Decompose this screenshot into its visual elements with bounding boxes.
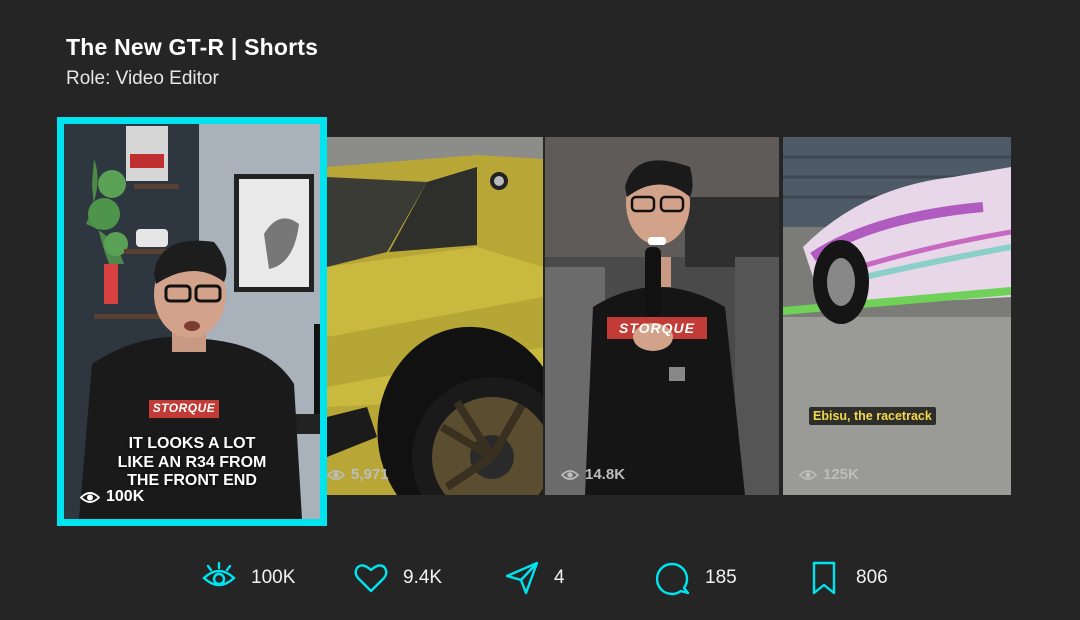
page-title: The New GT-R | Shorts <box>66 34 319 60</box>
stat-views[interactable]: 100K <box>201 556 295 600</box>
yellow-car-image <box>327 137 543 495</box>
stat-views-value: 100K <box>251 567 296 588</box>
stat-shares-value: 4 <box>554 567 565 588</box>
caption-line-1: IT LOOKS A LOT <box>128 435 256 452</box>
views-count-3: 125K <box>799 466 859 483</box>
eye-icon <box>561 469 579 480</box>
eye-icon <box>202 561 236 587</box>
video-strip: 5,971 STORQUE 14.8K Ebisu, the racetrack… <box>327 137 1011 495</box>
views-count-1: 5,971 <box>327 466 389 483</box>
video-thumbnail-2[interactable]: STORQUE 14.8K <box>545 137 779 495</box>
stat-comments[interactable]: 185 <box>655 556 737 600</box>
send-icon <box>505 561 539 595</box>
video-thumbnail-3[interactable]: Ebisu, the racetrack 125K <box>783 137 1011 495</box>
stat-likes[interactable]: 9.4K <box>353 556 442 600</box>
stat-saves[interactable]: 806 <box>806 556 888 600</box>
views-text: 100K <box>106 488 145 505</box>
stat-comments-value: 185 <box>705 567 737 588</box>
video-thumbnail-1[interactable]: 5,971 <box>327 137 543 495</box>
eye-icon <box>799 469 817 480</box>
stat-saves-value: 806 <box>856 567 888 588</box>
caption-line-2: LIKE AN R34 FROM <box>117 453 267 471</box>
stat-shares[interactable]: 4 <box>504 556 565 600</box>
video-caption-chip: Ebisu, the racetrack <box>809 407 936 425</box>
views-text: 14.8K <box>585 466 626 483</box>
drift-car-image <box>783 137 1011 495</box>
role-subtitle: Role: Video Editor <box>66 68 219 89</box>
shirt-logo-text: STORQUE <box>619 320 695 336</box>
video-caption: IT LOOKS A LOT LIKE AN R34 FROM THE FRON… <box>64 435 320 491</box>
views-text: 125K <box>823 466 859 483</box>
presenter-image <box>545 137 779 495</box>
featured-views-count: 100K <box>80 488 144 506</box>
comment-icon <box>655 562 690 596</box>
views-count-2: 14.8K <box>561 466 625 483</box>
bookmark-icon <box>812 561 836 595</box>
stat-likes-value: 9.4K <box>403 567 443 588</box>
eye-icon <box>80 491 100 503</box>
featured-video-thumbnail[interactable]: STORQUE IT LOOKS A LOT LIKE AN R34 FROM … <box>57 117 327 526</box>
eye-icon <box>327 469 345 480</box>
shirt-logo-text: STORQUE <box>152 401 216 415</box>
views-text: 5,971 <box>351 466 389 483</box>
stats-bar: 100K 9.4K 4 185 806 <box>0 556 1080 600</box>
heart-icon <box>354 564 388 593</box>
